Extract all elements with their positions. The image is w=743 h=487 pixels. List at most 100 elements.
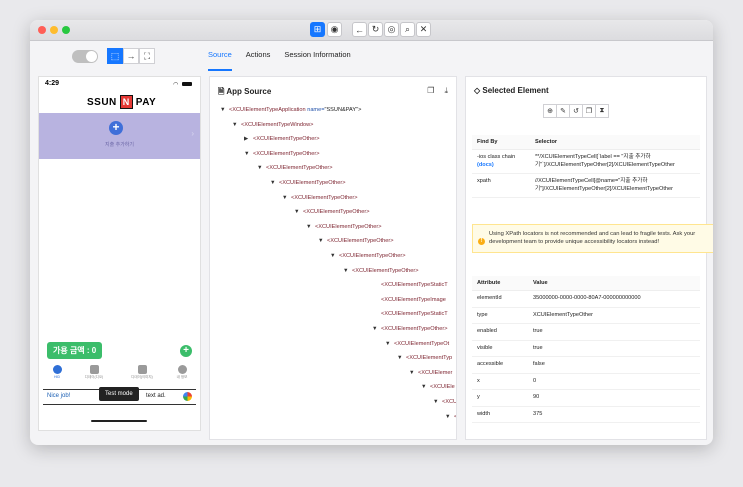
tree-node-tag: <XCUIElementTypeOther> bbox=[291, 194, 358, 201]
tree-node[interactable]: ▼ <XCUIElementTypeOther> bbox=[306, 224, 382, 230]
tree-node[interactable]: ▼ < bbox=[445, 414, 456, 420]
collapse-icon[interactable]: ▼ bbox=[397, 355, 403, 361]
tree-node[interactable]: ▼ <XCUIElementTypeOther> bbox=[244, 151, 320, 157]
nav-item-my-info[interactable]: 내 정보 bbox=[170, 365, 194, 380]
tree-node[interactable]: <XCUIElementTypeStaticT bbox=[372, 282, 448, 288]
tree-node[interactable]: <XCUIElementTypeImage bbox=[372, 297, 446, 303]
collapse-icon[interactable]: ▼ bbox=[232, 122, 238, 128]
source-tree: ▼ <XCUIElementTypeApplication name="SSUN&… bbox=[210, 105, 456, 439]
tree-node-tag: <XCUIElemer bbox=[418, 369, 453, 376]
tree-node-tag: <XCUIElementTypeOther> bbox=[339, 253, 406, 259]
select-mode-icon[interactable]: ⬚ bbox=[107, 48, 123, 64]
globe-icon[interactable]: ◉ bbox=[327, 22, 342, 37]
tab-session-information[interactable]: Session Information bbox=[284, 41, 350, 71]
app-source-panel: 🗎 App Source ❐ ⤓ ▼ <XCUIElementTypeApplic… bbox=[209, 76, 457, 440]
tap-coordinates-icon[interactable]: ⛶ bbox=[139, 48, 155, 64]
tree-node-tag: <XCUIElementTypeImage bbox=[381, 296, 446, 303]
collapse-icon[interactable]: ▼ bbox=[257, 165, 263, 171]
collapse-icon[interactable]: ▼ bbox=[330, 253, 336, 259]
nav-item-dday-image[interactable]: 디데이(이미지) bbox=[130, 365, 154, 380]
nav-item-hid[interactable]: HID bbox=[45, 365, 69, 379]
copy-attributes-icon[interactable]: ❐ bbox=[582, 104, 596, 118]
gamepad-icon bbox=[89, 365, 99, 374]
ad-suffix: text ad. bbox=[146, 393, 166, 399]
selector-cell[interactable]: **/XCUIElementTypeCell[`label == "지출 추가하… bbox=[530, 149, 700, 175]
collapse-icon[interactable]: ▼ bbox=[385, 341, 391, 347]
send-keys-icon[interactable]: ✎ bbox=[556, 104, 570, 118]
expand-icon[interactable]: ▶ bbox=[244, 136, 249, 142]
collapse-icon[interactable]: ▼ bbox=[318, 238, 324, 244]
collapse-icon[interactable]: ▼ bbox=[282, 195, 288, 201]
tree-node[interactable]: ▶ <XCUIElementTypeOther> bbox=[244, 136, 320, 142]
tree-node[interactable]: ▼ <XCUIElementTypeOt bbox=[385, 341, 449, 347]
add-expense-cell[interactable]: + 지출 추가하기 › bbox=[39, 113, 200, 159]
tree-node[interactable]: ▼ <XCUIElementTypeOther> bbox=[257, 165, 333, 171]
tree-node[interactable]: ▼ <XCUIElementTypeOther> bbox=[330, 253, 406, 259]
tree-node[interactable]: ▼ <XCUIElementTypeWindow> bbox=[232, 122, 313, 128]
close-icon[interactable]: ✕ bbox=[416, 22, 431, 37]
tree-node[interactable]: ▼ <XCUIElementTypeOther> bbox=[282, 195, 358, 201]
tree-node[interactable]: ▼ <XCUIElementTypeOther> bbox=[294, 209, 370, 215]
collapse-icon[interactable]: ▼ bbox=[433, 399, 439, 405]
add-fab-button[interactable]: + bbox=[180, 345, 192, 357]
table-row: -ios class chain (docs) **/XCUIElementTy… bbox=[472, 149, 700, 175]
table-row: accessible false bbox=[472, 356, 700, 374]
tree-node-value: "SSUN&PAY"> bbox=[324, 107, 362, 113]
collapse-icon[interactable]: ▼ bbox=[244, 151, 250, 157]
swipe-mode-icon[interactable]: → bbox=[123, 48, 139, 64]
eye-icon[interactable]: ◎ bbox=[384, 22, 399, 37]
tree-node[interactable]: ▼ <XCUIElementTypeApplication name="SSUN&… bbox=[220, 107, 361, 113]
attribute-name: width bbox=[472, 406, 528, 424]
timing-icon[interactable]: ⧗ bbox=[595, 104, 609, 118]
tap-element-icon[interactable]: ⊕ bbox=[543, 104, 557, 118]
native-mode-toggle[interactable] bbox=[72, 50, 98, 63]
bottom-nav: HID 디데이(디오) 디데이(이미지) 내 정보 bbox=[39, 365, 200, 385]
docs-link[interactable]: (docs) bbox=[477, 162, 494, 168]
device-screenshot[interactable]: 4:29 ◠ SSUN N PAY + 지출 추가하기 › 가용 금액 : 0 … bbox=[38, 76, 201, 431]
back-arrow-icon[interactable]: ← bbox=[352, 22, 367, 37]
clear-icon[interactable]: ↺ bbox=[569, 104, 583, 118]
tree-node[interactable]: ▼ <XCUIElementTypeOther> bbox=[318, 238, 394, 244]
nav-item-dday-video[interactable]: 디데이(디오) bbox=[82, 365, 106, 380]
find-by-cell: xpath bbox=[472, 173, 530, 199]
chevron-right-icon: › bbox=[191, 129, 194, 138]
attribute-value: true bbox=[528, 340, 700, 358]
tree-node[interactable]: ▼ <XCUIElementTyp bbox=[397, 355, 452, 361]
grid-view-icon[interactable]: ⊞ bbox=[310, 22, 325, 37]
selected-element-title: ◇ Selected Element bbox=[474, 86, 549, 95]
tab-actions[interactable]: Actions bbox=[246, 41, 271, 71]
tree-node[interactable]: ▼ <XCUIElementTypeOther> bbox=[270, 180, 346, 186]
find-by-cell: -ios class chain (docs) bbox=[472, 149, 530, 175]
element-actions: ⊕ ✎ ↺ ❐ ⧗ bbox=[543, 104, 609, 118]
collapse-icon[interactable]: ▼ bbox=[270, 180, 276, 186]
collapse-icon[interactable]: ▼ bbox=[409, 370, 415, 376]
collapse-icon[interactable]: ▼ bbox=[306, 224, 312, 230]
collapse-icon[interactable]: ▼ bbox=[294, 209, 300, 215]
collapse-icon[interactable]: ▼ bbox=[220, 107, 226, 113]
tree-node[interactable]: ▼ <XCU bbox=[433, 399, 456, 405]
tree-node[interactable]: ▼ <XCUIElemer bbox=[409, 370, 452, 376]
search-icon[interactable]: ⌕ bbox=[400, 22, 415, 37]
selected-element-label: Selected Element bbox=[482, 86, 549, 95]
tree-node[interactable]: <XCUIElementTypeStaticT bbox=[372, 311, 448, 317]
tree-node[interactable]: ▼ <XCUIEle bbox=[421, 384, 455, 390]
collapse-icon[interactable]: ▼ bbox=[343, 268, 349, 274]
close-window-button[interactable] bbox=[38, 26, 46, 34]
copy-icon[interactable]: ❐ bbox=[427, 86, 434, 96]
collapse-icon[interactable]: ▼ bbox=[445, 414, 451, 420]
tree-node-tag: <XCUIElementTypeOther> bbox=[266, 165, 333, 172]
download-icon[interactable]: ⤓ bbox=[444, 86, 448, 96]
collapse-icon[interactable]: ▼ bbox=[372, 326, 378, 332]
tree-node-tag: <XCUIElementTypeOther> bbox=[352, 267, 419, 274]
collapse-icon[interactable]: ▼ bbox=[421, 384, 427, 390]
tree-node-tag: <XCUIElementTyp bbox=[406, 355, 453, 362]
zoom-window-button[interactable] bbox=[62, 26, 70, 34]
minimize-window-button[interactable] bbox=[50, 26, 58, 34]
tree-node[interactable]: ▼ <XCUIElementTypeOther> bbox=[372, 326, 448, 332]
tree-node[interactable]: ▼ <XCUIElementTypeOther> bbox=[343, 268, 419, 274]
tab-source[interactable]: Source bbox=[208, 41, 232, 71]
selector-cell[interactable]: //XCUIElementTypeCell[@name="지출 추가하기"]/X… bbox=[530, 173, 700, 199]
refresh-icon[interactable]: ↻ bbox=[368, 22, 383, 37]
gamepad-icon bbox=[137, 365, 147, 374]
top-bar: ⬚ → ⛶ Source Actions Session Information bbox=[30, 41, 713, 71]
